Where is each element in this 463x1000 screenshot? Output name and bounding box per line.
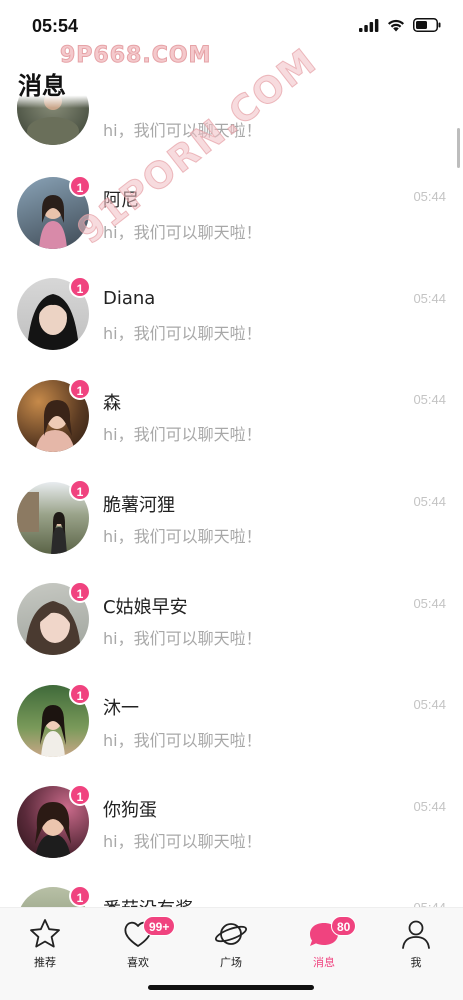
tab-label: 消息 [313,956,335,969]
unread-badge: 1 [69,378,91,400]
home-indicator[interactable] [148,985,314,990]
message-time: 05:44 [413,494,446,509]
unread-badge: 1 [69,784,91,806]
contact-name: 森 [103,393,121,414]
star-icon [30,919,60,948]
last-message: hi，我们可以聊天啦！ [103,731,262,750]
contact-name: 阿尼 [103,190,139,211]
contact-name: 沐一 [103,698,139,719]
tab-square[interactable]: 广场 [196,916,266,976]
unread-badge: 1 [69,581,91,603]
last-message: hi，我们可以聊天啦！ [103,121,262,140]
last-message: hi，我们可以聊天啦！ [103,527,262,546]
contact-name: Diana [103,288,156,309]
tab-label: 推荐 [34,956,56,969]
unread-badge: 1 [69,479,91,501]
message-time: 05:44 [413,799,446,814]
tab-label: 喜欢 [127,956,149,969]
conversation-row[interactable]: 1 沐一 hi，我们可以聊天啦！ 05:44 [0,678,463,780]
unread-badge: 1 [69,175,91,197]
contact-name: 你狗蛋 [103,800,157,821]
tab-recommend[interactable]: 推荐 [10,916,80,976]
last-message: hi，我们可以聊天啦！ [103,324,262,343]
scrollbar[interactable] [457,128,460,168]
unread-badge: 1 [69,683,91,705]
conversation-row[interactable]: 1 阿尼 hi，我们可以聊天啦！ 05:44 [0,170,463,272]
conversation-row[interactable]: 1 C姑娘早安 hi，我们可以聊天啦！ 05:44 [0,577,463,679]
tab-label: 我 [410,956,422,969]
message-time: 05:44 [413,291,446,306]
tab-likes[interactable]: 99+ 喜欢 [103,916,176,976]
last-message: hi，我们可以聊天啦！ [103,425,262,444]
planet-icon [214,923,248,945]
message-time: 05:44 [413,596,446,611]
contact-name: 脆薯河狸 [103,495,175,516]
conversation-row[interactable]: 1 Diana hi，我们可以聊天啦！ 05:44 [0,272,463,374]
page-title: 消息 [18,66,258,108]
tab-me[interactable]: 我 [381,916,451,976]
message-time: 05:44 [413,697,446,712]
likes-badge: 99+ [143,916,176,936]
conversation-row[interactable]: 1 脆薯河狸 hi，我们可以聊天啦！ 05:44 [0,475,463,577]
last-message: hi，我们可以聊天啦！ [103,832,262,851]
last-message: hi，我们可以聊天啦！ [103,629,262,648]
tab-label: 广场 [220,956,242,969]
conversation-list[interactable]: hi，我们可以聊天啦！ 1 阿尼 hi，我们可以聊天啦！ 05:44 1 Dia… [0,0,463,1000]
person-icon [402,920,430,949]
unread-badge: 1 [69,276,91,298]
contact-name: C姑娘早安 [103,597,188,618]
unread-badge: 1 [69,885,91,907]
message-time: 05:44 [413,392,446,407]
tab-messages[interactable]: 80 消息 [289,916,359,976]
conversation-row[interactable]: 1 森 hi，我们可以聊天啦！ 05:44 [0,373,463,475]
message-time: 05:44 [413,189,446,204]
last-message: hi，我们可以聊天啦！ [103,223,262,242]
conversation-row[interactable]: 1 你狗蛋 hi，我们可以聊天啦！ 05:44 [0,780,463,882]
messages-badge: 80 [331,916,357,936]
